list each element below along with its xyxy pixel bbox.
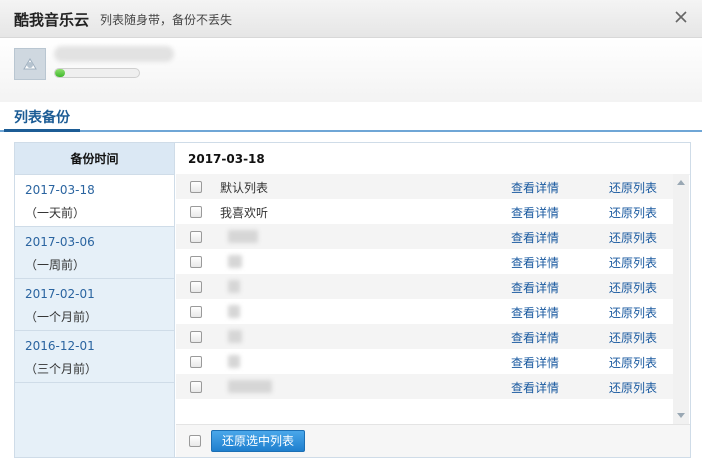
date-item-date: 2017-03-06 [25, 235, 95, 249]
storage-progress-bar [54, 68, 140, 78]
restore-list-link[interactable]: 还原列表 [609, 254, 657, 271]
playlist-name-redacted [228, 255, 242, 268]
view-details-link[interactable]: 查看详情 [511, 279, 559, 296]
playlist-checkbox[interactable] [190, 330, 202, 343]
playlist-name-redacted [228, 355, 240, 368]
app-subtitle: 列表随身带，备份不丢失 [100, 13, 233, 27]
view-details-link[interactable]: 查看详情 [511, 179, 559, 196]
playlist-checkbox[interactable] [190, 205, 202, 218]
playlist-checkbox[interactable] [190, 355, 202, 368]
playlist-checkbox[interactable] [190, 380, 202, 393]
restore-list-link[interactable]: 还原列表 [609, 379, 657, 396]
restore-list-link[interactable]: 还原列表 [609, 304, 657, 321]
playlist-row: 我喜欢听 查看详情 还原列表 [176, 199, 673, 224]
selected-date-header: 2017-03-18 [176, 143, 690, 175]
playlist-name-redacted [228, 380, 272, 393]
date-item[interactable]: 2017-03-06 （一周前） [15, 227, 174, 279]
date-item-date: 2017-03-18 [25, 183, 95, 197]
date-item-relative: （一周前） [25, 258, 86, 272]
playlist-row: 查看详情 还原列表 [176, 224, 673, 249]
playlist-checkbox[interactable] [190, 230, 202, 243]
date-item[interactable]: 2017-02-01 （一个月前） [15, 279, 174, 331]
view-details-link[interactable]: 查看详情 [511, 329, 559, 346]
date-item[interactable]: 2016-12-01 （三个月前） [15, 331, 174, 383]
restore-list-link[interactable]: 还原列表 [609, 354, 657, 371]
date-item-relative: （一个月前） [25, 310, 98, 324]
view-details-link[interactable]: 查看详情 [511, 354, 559, 371]
scroll-up-icon[interactable] [677, 180, 685, 185]
list-footer: 还原选中列表 [176, 424, 690, 457]
playlist-row: 查看详情 还原列表 [176, 349, 673, 374]
restore-list-link[interactable]: 还原列表 [609, 279, 657, 296]
list-scrollbar[interactable] [673, 174, 689, 424]
username-redacted [54, 46, 174, 62]
backup-panel: 备份时间 2017-03-18 （一天前） 2017-03-06 （一周前） 2… [14, 142, 691, 458]
tab-list-backup[interactable]: 列表备份 [4, 107, 80, 132]
playlist-rows: 默认列表 查看详情 还原列表 我喜欢听 查看详情 还原列表 查看详情 还原列表 … [176, 174, 673, 424]
playlist-row: 查看详情 还原列表 [176, 299, 673, 324]
restore-list-link[interactable]: 还原列表 [609, 229, 657, 246]
backup-time-header: 备份时间 [15, 143, 174, 175]
view-details-link[interactable]: 查看详情 [511, 379, 559, 396]
restore-list-link[interactable]: 还原列表 [609, 179, 657, 196]
restore-list-link[interactable]: 还原列表 [609, 329, 657, 346]
backup-date-sidebar: 备份时间 2017-03-18 （一天前） 2017-03-06 （一周前） 2… [15, 143, 175, 457]
view-details-link[interactable]: 查看详情 [511, 254, 559, 271]
date-item-date: 2016-12-01 [25, 339, 95, 353]
avatar-icon [23, 58, 37, 70]
avatar [14, 48, 46, 80]
restore-list-link[interactable]: 还原列表 [609, 204, 657, 221]
date-item-relative: （三个月前） [25, 362, 98, 376]
playlist-checkbox[interactable] [190, 180, 202, 193]
view-details-link[interactable]: 查看详情 [511, 229, 559, 246]
title-bar: 酷我音乐云 列表随身带，备份不丢失 [0, 0, 702, 38]
select-all-checkbox[interactable] [189, 435, 201, 447]
close-button[interactable] [670, 6, 692, 28]
playlist-row: 查看详情 还原列表 [176, 274, 673, 299]
close-icon [675, 11, 687, 23]
playlist-name-redacted [228, 330, 242, 343]
playlist-row: 查看详情 还原列表 [176, 324, 673, 349]
user-area [0, 38, 702, 102]
playlist-row: 查看详情 还原列表 [176, 249, 673, 274]
playlist-name-redacted [228, 280, 240, 293]
date-item-relative: （一天前） [25, 206, 86, 220]
playlist-checkbox[interactable] [190, 255, 202, 268]
scroll-down-icon[interactable] [677, 413, 685, 418]
playlist-list-area: 2017-03-18 默认列表 查看详情 还原列表 我喜欢听 查看详情 还原列表… [176, 143, 690, 457]
playlist-row: 查看详情 还原列表 [176, 374, 673, 399]
date-item-date: 2017-02-01 [25, 287, 95, 301]
playlist-row: 默认列表 查看详情 还原列表 [176, 174, 673, 199]
app-title: 酷我音乐云 [14, 11, 90, 29]
view-details-link[interactable]: 查看详情 [511, 204, 559, 221]
restore-selected-button[interactable]: 还原选中列表 [211, 430, 306, 452]
tab-row: 列表备份 [0, 102, 702, 132]
date-item[interactable]: 2017-03-18 （一天前） [15, 175, 174, 227]
playlist-name: 默认列表 [220, 181, 269, 195]
storage-progress-fill [55, 69, 66, 77]
playlist-name-redacted [228, 230, 258, 243]
playlist-checkbox[interactable] [190, 280, 202, 293]
view-details-link[interactable]: 查看详情 [511, 304, 559, 321]
playlist-name: 我喜欢听 [220, 206, 269, 220]
playlist-name-redacted [228, 305, 240, 318]
playlist-checkbox[interactable] [190, 305, 202, 318]
